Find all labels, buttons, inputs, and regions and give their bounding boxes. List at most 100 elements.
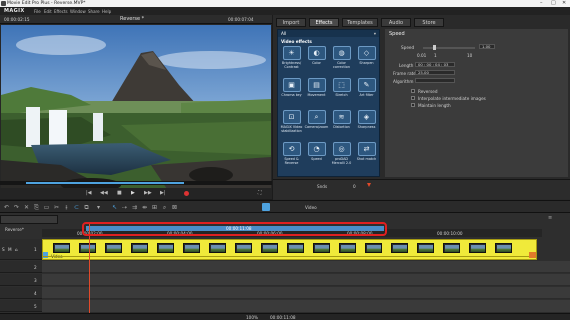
effect-sharpness[interactable]: ◈ Sharpness xyxy=(354,109,379,136)
track-header-1[interactable]: S M ⌂ 1 xyxy=(0,239,42,260)
play-icon[interactable]: ▶ xyxy=(131,190,135,196)
ripple-all-icon[interactable]: ⇉ xyxy=(130,203,139,212)
clip-volume-line[interactable] xyxy=(43,256,536,257)
copy-icon[interactable]: ⎘ xyxy=(32,203,41,212)
preview-video-frame[interactable] xyxy=(1,25,271,195)
delete-icon[interactable]: ✕ xyxy=(22,203,31,212)
maximize-icon[interactable]: □ xyxy=(551,0,556,6)
mute-icon[interactable]: M xyxy=(8,247,12,252)
skip-end-icon[interactable]: ▶| xyxy=(160,190,166,196)
split-icon[interactable]: ⫲ xyxy=(62,203,71,212)
match-icon: ⇄ xyxy=(357,142,376,156)
clip-fade-out-handle[interactable] xyxy=(529,252,536,258)
reversed-checkbox[interactable] xyxy=(411,89,415,93)
effect-chroma-key[interactable]: ▣ Chroma key xyxy=(279,77,304,104)
preview-scrub-bar[interactable] xyxy=(0,181,272,185)
menu-item-file[interactable]: File xyxy=(34,9,41,14)
frame-rate-field[interactable]: 25.00 xyxy=(415,70,455,75)
fullscreen-icon[interactable]: ⛶ xyxy=(258,190,262,196)
link-icon[interactable]: ⊂ xyxy=(72,203,81,212)
menu-item-window[interactable]: Window xyxy=(70,9,86,14)
solo-icon[interactable]: S xyxy=(2,247,5,252)
effect-shot-match[interactable]: ⇄ Shot match xyxy=(354,141,379,168)
paste-icon[interactable]: ▭ xyxy=(42,203,51,212)
effect-distortion[interactable]: ≋ Distortion xyxy=(329,109,354,136)
length-label: Length xyxy=(399,63,414,68)
speed-slider[interactable] xyxy=(423,47,475,49)
maintain-length-checkbox[interactable] xyxy=(411,103,415,107)
stretch-tool-icon[interactable]: ⇹ xyxy=(140,203,149,212)
menu-item-help[interactable]: Help xyxy=(102,9,111,14)
effect-video-stabilization[interactable]: ⊡ MAGIX Video stabilization xyxy=(279,109,304,136)
effect-movement[interactable]: ▤ Movement xyxy=(304,77,329,104)
track-lane-4[interactable] xyxy=(42,287,570,299)
algorithm-label: Algorithm xyxy=(393,79,414,84)
scale-min: 0.01 xyxy=(417,53,427,58)
track-lane-2[interactable] xyxy=(42,261,570,273)
track-header-4[interactable]: 4 xyxy=(0,287,42,299)
effect-sharpen[interactable]: ◇ Sharpen xyxy=(354,45,379,72)
pointer-icon[interactable]: ↖ xyxy=(110,203,119,212)
menu-item-share[interactable]: Share xyxy=(88,9,100,14)
cut-icon[interactable]: ✂ xyxy=(52,203,61,212)
landscape-image xyxy=(1,25,271,195)
effect-speed[interactable]: ◔ Speed xyxy=(304,141,329,168)
prev-frame-icon[interactable]: ◀◀ xyxy=(100,190,108,196)
track-lane-3[interactable] xyxy=(42,274,570,286)
tab-audio[interactable]: Audio xyxy=(381,18,411,27)
skip-start-icon[interactable]: |◀ xyxy=(86,190,92,196)
next-frame-icon[interactable]: ▶▶ xyxy=(144,190,152,196)
speed-value-field[interactable]: 1.00 xyxy=(479,44,495,49)
toolbar-toggle[interactable] xyxy=(262,203,270,211)
record-icon[interactable] xyxy=(184,191,189,196)
effect-stretch[interactable]: ⬚ Stretch xyxy=(329,77,354,104)
effect-camera-zoom[interactable]: ⌕ Camera/zoom xyxy=(304,109,329,136)
menu-item-effects[interactable]: Effects xyxy=(54,9,68,14)
track-header-2[interactable]: 2 xyxy=(0,261,42,273)
category-dropdown[interactable]: All ▾ xyxy=(278,30,379,37)
track-number: 3 xyxy=(34,278,37,283)
track-header-3[interactable]: 3 xyxy=(0,274,42,286)
group-icon[interactable]: ⧉ xyxy=(82,203,91,212)
effect-speed-reverse[interactable]: ⟲ Speed & Reverse xyxy=(279,141,304,168)
camera-icon: ⌕ xyxy=(307,110,326,124)
lock-icon[interactable]: ⌂ xyxy=(15,247,18,252)
palette-icon: ◍ xyxy=(332,46,351,60)
zoom-tool-icon[interactable]: ⌕ xyxy=(160,203,169,212)
ripple-icon[interactable]: ⇢ xyxy=(120,203,129,212)
minimize-icon[interactable]: – xyxy=(540,0,543,6)
marker-icon[interactable]: ▾ xyxy=(94,203,103,212)
timeline-menu-icon[interactable]: ≡ xyxy=(548,215,552,221)
mode-label: Video xyxy=(305,205,317,210)
clip-fade-in-handle[interactable] xyxy=(43,252,48,258)
movement-icon: ▤ xyxy=(307,78,326,92)
video-clip[interactable]: Video xyxy=(42,239,537,260)
effect-brightness-contrast[interactable]: ☀ Brightness/ Contrast xyxy=(279,45,304,72)
length-field[interactable]: 00 : 00 : 04 : 03 xyxy=(415,62,455,67)
clip-thumbnail xyxy=(495,243,512,253)
track-lane-5[interactable] xyxy=(42,300,570,313)
track-number: 4 xyxy=(34,291,37,296)
speed-icon: ⟲ xyxy=(282,142,301,156)
clip-thumbnail xyxy=(313,243,330,253)
effect-color-correction[interactable]: ◍ Color correction xyxy=(329,45,354,72)
track-header-5[interactable]: 5 xyxy=(0,300,42,312)
tab-import[interactable]: Import xyxy=(276,18,306,27)
tab-store[interactable]: Store xyxy=(414,18,444,27)
stop-icon[interactable]: ■ xyxy=(117,190,122,196)
scrub-tool-icon[interactable]: ⊞ xyxy=(150,203,159,212)
speed-slider-handle[interactable] xyxy=(433,45,436,50)
menu-item-edit[interactable]: Edit xyxy=(44,9,52,14)
tab-templates[interactable]: Templates xyxy=(342,18,378,27)
effect-color[interactable]: ◐ Color xyxy=(304,45,329,72)
prelisten-icon[interactable]: ⊠ xyxy=(170,203,179,212)
undo-icon[interactable]: ↶ xyxy=(2,203,11,212)
interpolate-checkbox[interactable] xyxy=(411,96,415,100)
effect-mercalli[interactable]: ◎ proDAD Mercalli 2.0 xyxy=(329,141,354,168)
close-icon[interactable]: ✕ xyxy=(562,0,566,6)
effect-art-filter[interactable]: ✎ Art filter xyxy=(354,77,379,104)
tab-effects[interactable]: Effects xyxy=(309,18,339,27)
timeline-tab[interactable]: Reverse* xyxy=(0,215,58,232)
algorithm-dropdown[interactable] xyxy=(415,78,455,83)
redo-icon[interactable]: ↷ xyxy=(12,203,21,212)
